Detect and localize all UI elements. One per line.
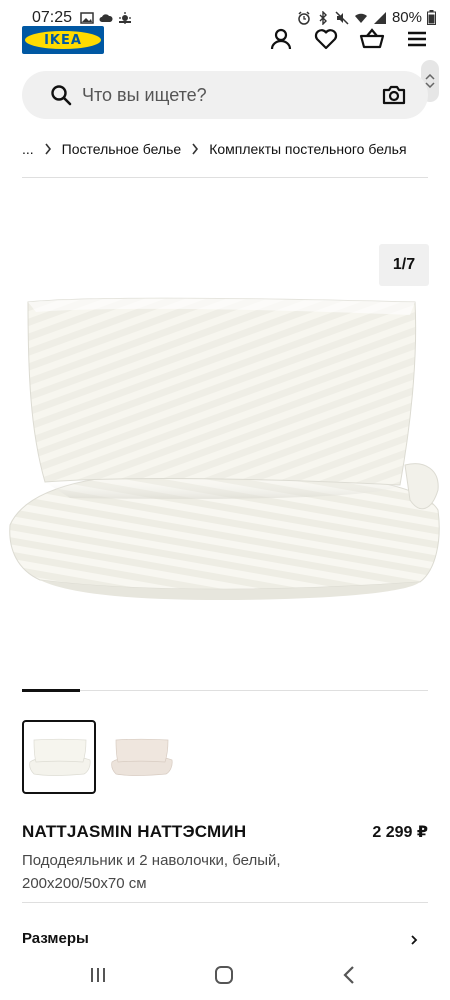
gallery-progress-fill (22, 689, 80, 692)
chevron-right-icon (45, 143, 51, 155)
weather-icon (119, 12, 131, 24)
bluetooth-icon (319, 10, 327, 25)
product-price: 2 299 ₽ (372, 824, 428, 841)
battery-icon (427, 10, 436, 25)
logo-oval: IKEA (25, 31, 101, 49)
status-left-icons (80, 11, 132, 25)
search-input[interactable] (82, 79, 382, 111)
heart-icon[interactable] (313, 26, 339, 52)
thumbnail-beige[interactable] (104, 720, 178, 794)
breadcrumb-ellipsis[interactable]: ... (22, 141, 34, 157)
wifi-icon (354, 13, 367, 23)
info-divider (22, 902, 428, 903)
ikea-logo[interactable]: IKEA (22, 26, 104, 54)
gallery-icon (80, 12, 94, 24)
breadcrumb-bedlinen[interactable]: Постельное белье (62, 141, 182, 157)
menu-icon[interactable] (404, 26, 430, 52)
back-icon[interactable] (339, 964, 361, 986)
basket-icon[interactable] (359, 26, 385, 52)
alarm-icon (298, 10, 310, 25)
product-description: Пододеяльник и 2 наволочки, белый, 200x2… (22, 852, 281, 892)
image-counter: 1/7 (379, 244, 429, 286)
app-header: IKEA (0, 24, 450, 56)
camera-icon[interactable] (382, 83, 406, 107)
breadcrumb-divider (22, 177, 428, 178)
mute-icon (335, 10, 349, 25)
profile-icon[interactable] (268, 26, 294, 52)
product-name: NATTJASMIN НАТТЭСМИН (22, 822, 247, 841)
chevron-up-icon (425, 74, 435, 80)
recent-apps-icon[interactable] (87, 964, 109, 986)
signal-icon (373, 11, 386, 24)
breadcrumb: ... Постельное белье Комплекты постельно… (22, 141, 407, 157)
search-icon (51, 85, 72, 106)
home-icon[interactable] (213, 964, 235, 986)
logo-text: IKEA (44, 32, 82, 48)
cloud-icon (99, 14, 113, 22)
thumbnail-white[interactable] (22, 720, 96, 794)
android-nav-bar (0, 950, 450, 1000)
chevron-right-icon[interactable] (408, 934, 420, 946)
gallery-progress-track (22, 690, 428, 691)
search-bar[interactable] (22, 71, 428, 119)
thumbnail-white-image (29, 738, 91, 776)
sizes-label[interactable]: Размеры (22, 930, 89, 947)
breadcrumb-sets[interactable]: Комплекты постельного белья (209, 141, 406, 157)
thumbnail-beige-image (111, 738, 173, 776)
chevron-right-icon (192, 143, 199, 155)
